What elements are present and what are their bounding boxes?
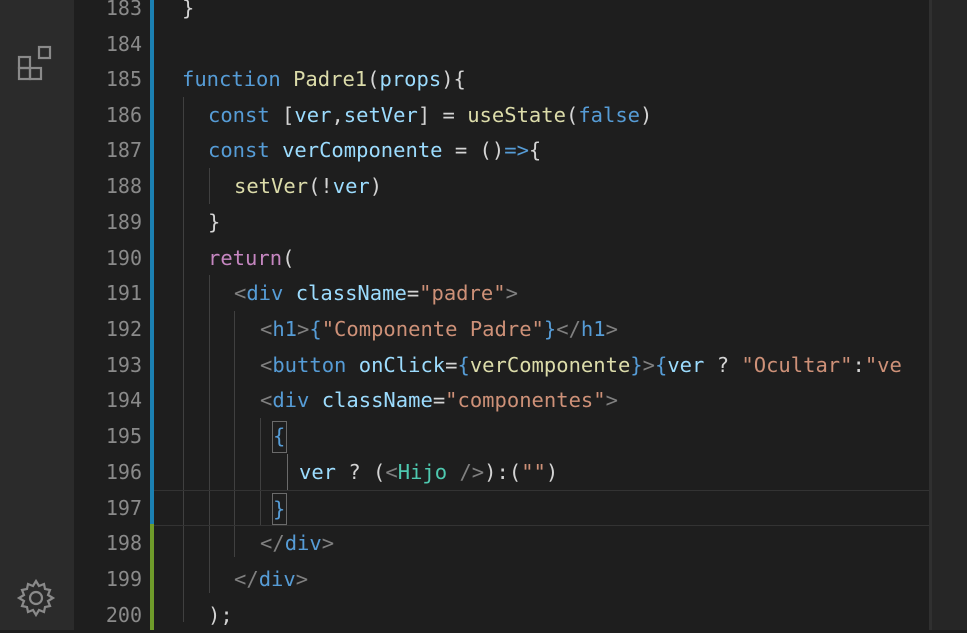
code-line-195: { xyxy=(273,424,286,448)
line-number: 200 xyxy=(105,603,142,627)
code-line-197-current: } xyxy=(154,490,929,526)
code-line-200: ); xyxy=(208,603,233,627)
code-line-193: <button onClick={verComponente}>{ver ? "… xyxy=(260,353,902,377)
line-number: 187 xyxy=(105,138,142,162)
line-number: 188 xyxy=(105,174,142,198)
extensions-icon[interactable] xyxy=(16,44,56,84)
activity-bar xyxy=(0,0,74,630)
code-line-198: </div> xyxy=(260,531,335,555)
settings-gear-icon[interactable] xyxy=(16,578,56,618)
line-number: 184 xyxy=(105,32,142,56)
line-number-gutter: 183 184 185 186 187 188 189 190 191 192 … xyxy=(74,0,150,630)
line-number: 192 xyxy=(105,317,142,341)
code-line-196: ver ? (<Hijo />):("") xyxy=(299,460,559,484)
code-editor[interactable]: } function Padre1(props){ const [ver,set… xyxy=(154,0,929,630)
overview-ruler xyxy=(929,0,932,630)
code-line-199: </div> xyxy=(234,567,309,591)
line-number: 190 xyxy=(105,246,142,270)
line-number: 195 xyxy=(105,424,142,448)
code-line-188: setVer(!ver) xyxy=(234,174,383,198)
minimap-scrollbar[interactable] xyxy=(929,0,967,630)
code-line-194: <div className="componentes"> xyxy=(260,388,618,412)
line-number: 197 xyxy=(105,496,142,520)
line-number: 186 xyxy=(105,103,142,127)
code-line-192: <h1>{"Componente Padre"}</h1> xyxy=(260,317,618,341)
code-line-183: } xyxy=(182,0,195,20)
line-number: 199 xyxy=(105,567,142,591)
line-number: 185 xyxy=(105,67,142,91)
line-number: 194 xyxy=(105,388,142,412)
line-number: 183 xyxy=(105,0,142,20)
line-number: 191 xyxy=(105,281,142,305)
code-line-186: const [ver,setVer] = useState(false) xyxy=(208,103,653,127)
code-line-187: const verComponente = ()=>{ xyxy=(208,138,542,162)
code-line-191: <div className="padre"> xyxy=(234,281,518,305)
code-line-190: return( xyxy=(208,246,295,270)
line-number: 193 xyxy=(105,353,142,377)
code-line-189: } xyxy=(208,210,221,234)
line-number: 196 xyxy=(105,460,142,484)
code-line-185: function Padre1(props){ xyxy=(182,67,466,91)
line-number: 189 xyxy=(105,210,142,234)
line-number: 198 xyxy=(105,531,142,555)
